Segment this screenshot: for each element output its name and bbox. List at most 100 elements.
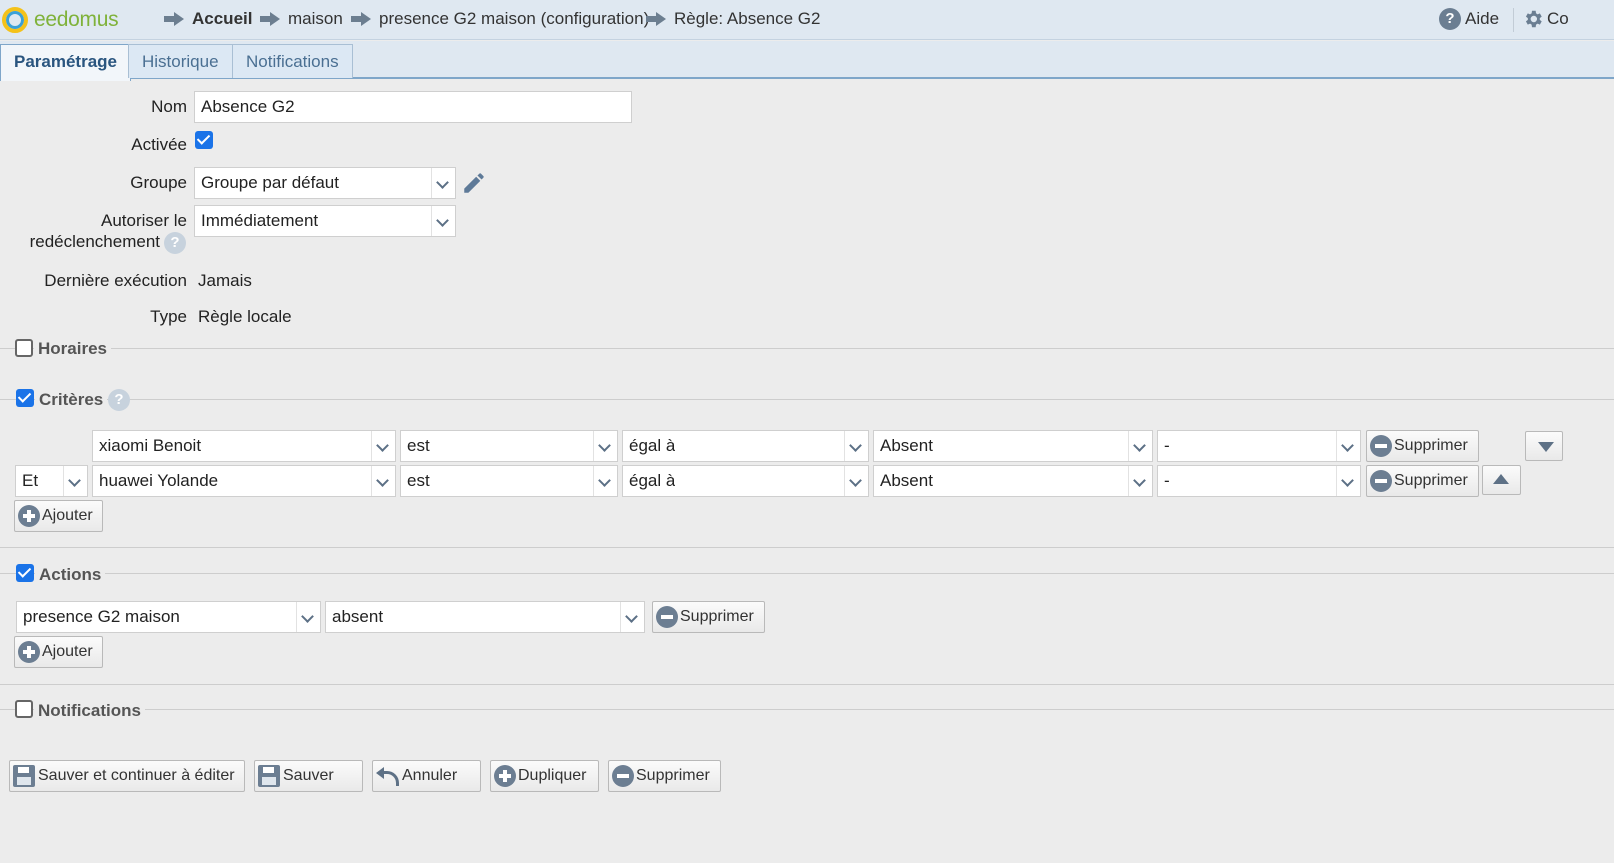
plus-icon	[18, 505, 40, 527]
actions-checkbox[interactable]	[16, 564, 34, 582]
help-label: Aide	[1465, 9, 1500, 28]
select-value: huawei Yolande	[99, 471, 219, 490]
minus-icon	[656, 606, 678, 628]
section-divider	[0, 399, 1614, 400]
delete-criterion-button[interactable]: Supprimer	[1366, 430, 1479, 462]
arrow-up-icon	[1493, 474, 1509, 484]
config-link[interactable]: Co	[1522, 8, 1569, 30]
eedomus-logo[interactable]: eedomus	[2, 5, 119, 35]
criteres-checkbox[interactable]	[16, 389, 34, 407]
select-value: est	[407, 471, 430, 490]
criterion-extra-select[interactable]: -	[1157, 430, 1361, 462]
breadcrumb-current: Règle: Absence G2	[646, 9, 820, 29]
chevron-down-icon	[593, 466, 617, 496]
select-value: absent	[332, 607, 384, 626]
criterion-verb-select[interactable]: est	[400, 465, 618, 497]
arrow-right-icon	[260, 12, 282, 26]
button-label: Ajouter	[42, 507, 93, 524]
tab-historique[interactable]: Historique	[128, 44, 233, 78]
name-label: Nom	[151, 97, 187, 116]
tab-parametrage[interactable]: Paramétrage	[0, 44, 132, 81]
criterion-operator-select[interactable]: égal à	[622, 465, 869, 497]
horaires-checkbox[interactable]	[15, 339, 33, 357]
select-value: Absent	[880, 436, 933, 455]
logo-text: eedomus	[34, 8, 119, 31]
breadcrumb-home[interactable]: Accueil	[164, 9, 252, 29]
breadcrumb-label: maison	[288, 9, 343, 28]
add-criterion-button[interactable]: Ajouter	[14, 500, 103, 532]
notifications-title: Notifications	[34, 701, 145, 721]
chevron-down-icon	[1336, 431, 1360, 461]
arrow-down-icon	[1538, 442, 1554, 452]
criterion-value-select[interactable]: Absent	[873, 465, 1153, 497]
criterion-device-select[interactable]: xiaomi Benoit	[92, 430, 396, 462]
arrow-right-icon	[164, 12, 186, 26]
actions-title: Actions	[35, 565, 106, 585]
section-divider	[0, 348, 1614, 349]
type-label: Type	[150, 307, 187, 326]
delete-criterion-button[interactable]: Supprimer	[1366, 465, 1479, 497]
retrigger-select[interactable]: Immédiatement	[194, 205, 456, 237]
action-device-select[interactable]: presence G2 maison	[16, 601, 321, 633]
chevron-down-icon	[431, 206, 455, 236]
breadcrumb-device[interactable]: presence G2 maison (configuration)	[351, 9, 649, 29]
button-label: Ajouter	[42, 643, 93, 660]
gear-icon	[1525, 10, 1542, 28]
button-label: Supprimer	[680, 608, 754, 625]
tab-notifications[interactable]: Notifications	[232, 44, 353, 78]
section-divider	[0, 573, 1614, 574]
breadcrumb-maison[interactable]: maison	[260, 9, 343, 29]
name-input[interactable]: Absence G2	[194, 91, 632, 123]
save-button[interactable]: Sauver	[254, 760, 363, 792]
chevron-down-icon	[844, 431, 868, 461]
floppy-disk-icon	[13, 765, 35, 787]
select-value: xiaomi Benoit	[99, 436, 202, 455]
criteres-title: Critères	[35, 390, 108, 410]
minus-icon	[1370, 435, 1392, 457]
add-action-button[interactable]: Ajouter	[14, 636, 103, 668]
group-label: Groupe	[130, 173, 187, 192]
minus-icon	[612, 765, 634, 787]
select-value: est	[407, 436, 430, 455]
move-down-button[interactable]	[1525, 431, 1563, 461]
chevron-down-icon	[620, 602, 644, 632]
chevron-down-icon	[371, 431, 395, 461]
help-icon[interactable]: ?	[108, 389, 130, 411]
cancel-button[interactable]: Annuler	[372, 760, 481, 792]
group-select-value: Groupe par défaut	[201, 173, 339, 192]
delete-rule-button[interactable]: Supprimer	[608, 760, 721, 792]
help-icon[interactable]: ?	[164, 232, 186, 254]
save-continue-button[interactable]: Sauver et continuer à éditer	[9, 760, 245, 792]
active-checkbox[interactable]	[195, 131, 213, 149]
action-value-select[interactable]: absent	[325, 601, 645, 633]
criterion-connector-select[interactable]: Et	[15, 465, 88, 497]
plus-icon	[18, 641, 40, 663]
help-link[interactable]: ? Aide	[1439, 8, 1499, 30]
config-label: Co	[1547, 9, 1569, 28]
criterion-device-select[interactable]: huawei Yolande	[92, 465, 396, 497]
button-label: Sauver et continuer à éditer	[38, 767, 235, 784]
section-divider	[0, 684, 1614, 685]
type-value: Règle locale	[198, 307, 292, 326]
select-value: égal à	[629, 471, 676, 490]
duplicate-button[interactable]: Dupliquer	[490, 760, 599, 792]
retrigger-label-line1: Autoriser le	[101, 211, 187, 230]
select-value: égal à	[629, 436, 676, 455]
button-label: Annuler	[402, 767, 458, 784]
chevron-down-icon	[593, 431, 617, 461]
horaires-title: Horaires	[34, 339, 111, 359]
criterion-verb-select[interactable]: est	[400, 430, 618, 462]
help-icon: ?	[1439, 8, 1461, 30]
notifications-checkbox[interactable]	[15, 700, 33, 718]
criterion-value-select[interactable]: Absent	[873, 430, 1153, 462]
section-divider	[0, 709, 1614, 710]
pencil-icon[interactable]	[461, 170, 487, 196]
arrow-right-icon	[351, 12, 373, 26]
move-up-button[interactable]	[1482, 465, 1521, 495]
breadcrumb-label: Règle: Absence G2	[674, 9, 821, 28]
group-select[interactable]: Groupe par défaut	[194, 167, 456, 199]
delete-action-button[interactable]: Supprimer	[652, 601, 765, 633]
criterion-operator-select[interactable]: égal à	[622, 430, 869, 462]
button-label: Dupliquer	[518, 767, 587, 784]
criterion-extra-select[interactable]: -	[1157, 465, 1361, 497]
